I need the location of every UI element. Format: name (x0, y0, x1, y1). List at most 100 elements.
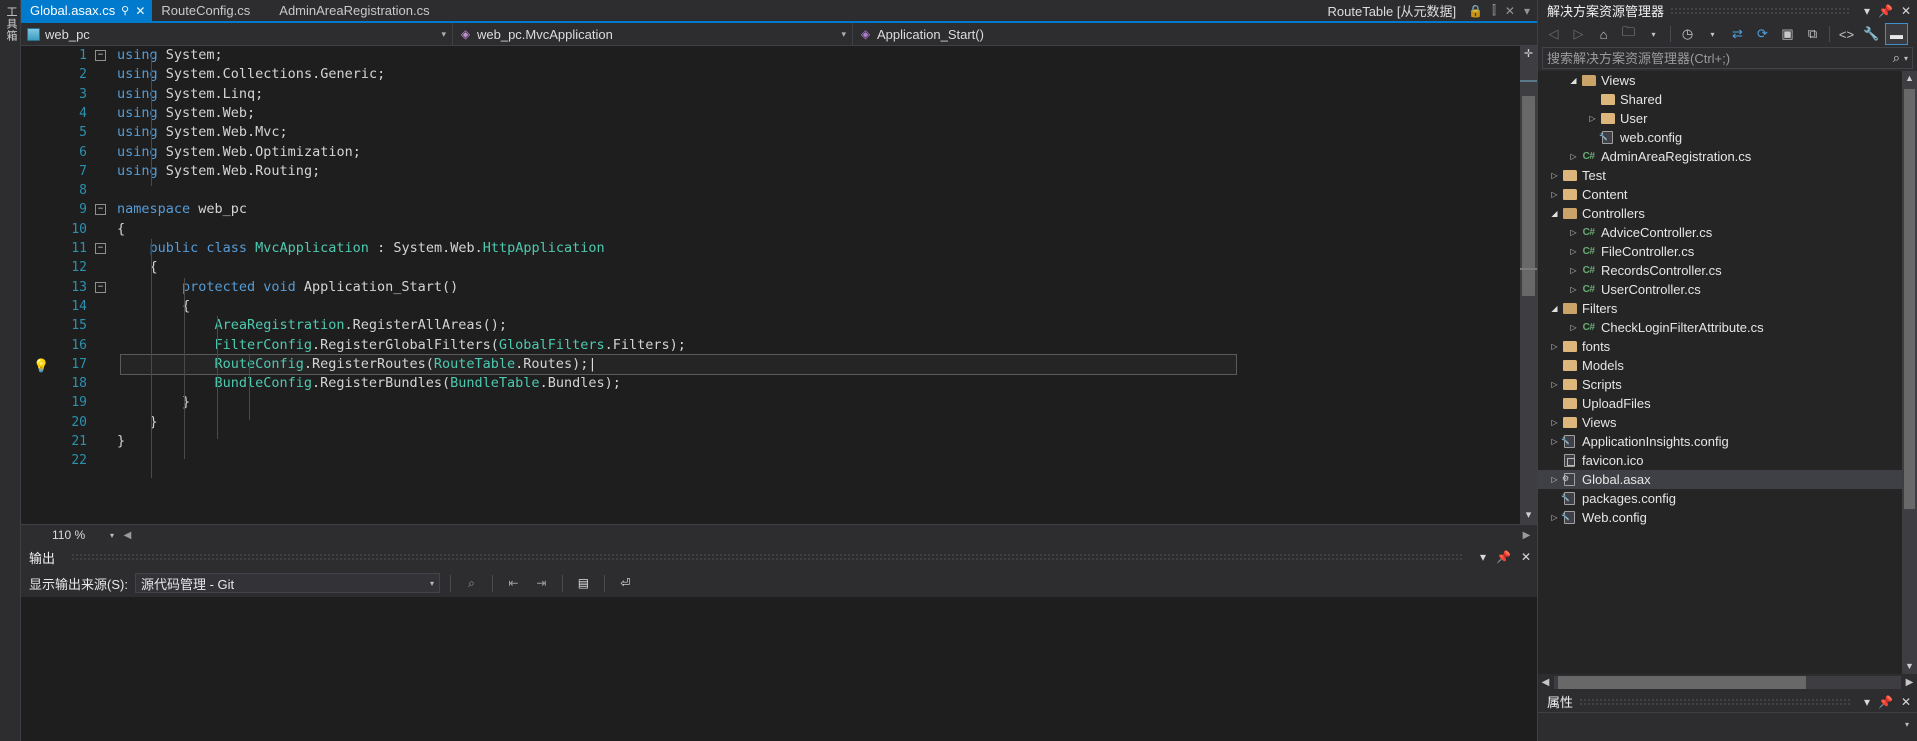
properties-icon[interactable]: 🔧 (1860, 23, 1883, 45)
expand-toggle-icon[interactable]: ◢ (1548, 209, 1561, 218)
tree-item[interactable]: ◢ Views (1538, 71, 1917, 90)
expand-toggle-icon[interactable]: ◢ (1567, 76, 1580, 85)
tree-item[interactable]: ▷ C# AdminAreaRegistration.cs (1538, 147, 1917, 166)
sync-icon[interactable]: ⇄ (1726, 23, 1749, 45)
fold-toggle-icon[interactable]: − (95, 281, 106, 293)
breadcrumb-project-dropdown[interactable]: web_pc ▾ (21, 23, 453, 45)
code-editor[interactable]: 1− using System; 2 using System.Collections… (21, 46, 1520, 524)
code-line[interactable]: using System.Web; (117, 104, 255, 123)
close-icon[interactable]: ✕ (1505, 4, 1515, 18)
pin-icon[interactable]: 📌 (1496, 550, 1511, 564)
tree-item[interactable]: ▷ fonts (1538, 337, 1917, 356)
code-line[interactable]: using System.Web.Routing; (117, 162, 320, 181)
chevron-down-icon[interactable]: ▾ (1642, 23, 1665, 45)
chevron-down-icon[interactable]: ▾ (427, 29, 446, 40)
search-icon[interactable]: ⌕ (1893, 50, 1900, 66)
tree-item[interactable]: ▷ C# FileController.cs (1538, 242, 1917, 261)
code-line[interactable]: RouteConfig.RegisterRoutes(RouteTable.Ro… (120, 353, 1237, 376)
code-line[interactable]: using System.Linq; (117, 85, 263, 104)
scroll-left-icon[interactable]: ◀ (1538, 677, 1553, 688)
show-all-files-icon[interactable]: ⧉ (1801, 23, 1824, 45)
code-line[interactable]: using System; (117, 46, 223, 65)
breadcrumb-member-dropdown[interactable]: ◈ Application_Start() (853, 23, 1537, 45)
code-line[interactable]: BundleConfig.RegisterBundles(BundleTable… (214, 374, 620, 393)
tree-item[interactable]: ▷ User (1538, 109, 1917, 128)
refresh-icon[interactable]: ⟳ (1751, 23, 1774, 45)
scroll-left-icon[interactable]: ◀ (120, 530, 135, 541)
scroll-right-icon[interactable]: ▶ (1519, 530, 1534, 541)
outdent-icon[interactable]: ⇤ (503, 573, 524, 594)
tab-adminarearegistration-cs[interactable]: AdminAreaRegistration.cs (257, 0, 437, 21)
view-code-icon[interactable]: <> (1835, 23, 1858, 45)
chevron-down-icon[interactable]: ▾ (430, 579, 434, 588)
chevron-down-icon[interactable]: ▾ (1524, 4, 1530, 18)
editor-vertical-scrollbar[interactable]: ✛ ▾ (1520, 46, 1537, 524)
close-icon[interactable]: ✕ (1901, 4, 1911, 18)
indent-icon[interactable]: ⇥ (531, 573, 552, 594)
chevron-down-icon[interactable]: ▾ (827, 29, 846, 40)
expand-toggle-icon[interactable]: ▷ (1567, 266, 1580, 275)
expand-toggle-icon[interactable]: ▷ (1548, 380, 1561, 389)
chevron-down-icon[interactable]: ▾ (1480, 550, 1486, 564)
tree-item[interactable]: ▷ ApplicationInsights.config (1538, 432, 1917, 451)
scroll-up-icon[interactable]: ▲ (1902, 71, 1917, 86)
expand-toggle-icon[interactable]: ▷ (1567, 152, 1580, 161)
toolbox-strip[interactable]: 工具箱 (0, 0, 21, 741)
tree-horizontal-scrollbar[interactable]: ◀ ▶ (1538, 674, 1917, 691)
quick-actions-bulb-icon[interactable]: 💡 (33, 357, 49, 376)
scroll-down-icon[interactable]: ▾ (1520, 507, 1537, 524)
expand-toggle-icon[interactable]: ▷ (1548, 190, 1561, 199)
tab-global-asax-cs[interactable]: Global.asax.cs ⚲ ✕ (21, 0, 153, 21)
editor-horizontal-scrollbar[interactable]: ◀ ▶ (120, 526, 1534, 544)
code-line[interactable]: using System.Web.Mvc; (117, 123, 288, 142)
expand-toggle-icon[interactable]: ▷ (1567, 228, 1580, 237)
solution-explorer-search[interactable]: ⌕ ▾ (1542, 47, 1913, 69)
scroll-track[interactable] (1554, 676, 1901, 689)
split-icon[interactable]: ⫿ (1492, 3, 1496, 18)
fold-toggle-icon[interactable]: − (95, 243, 106, 254)
expand-toggle-icon[interactable]: ▷ (1548, 418, 1561, 427)
expand-toggle-icon[interactable]: ▷ (1548, 437, 1561, 446)
code-line[interactable]: public class MvcApplication : System.Web… (149, 239, 604, 258)
close-icon[interactable]: ✕ (1521, 550, 1531, 564)
chevron-down-icon[interactable]: ▾ (1864, 695, 1870, 709)
clear-all-icon[interactable]: ▤ (573, 573, 594, 594)
tree-item[interactable]: ◢ Controllers (1538, 204, 1917, 223)
solution-explorer-tree[interactable]: ◢ViewsShared▷Userweb.config▷C#AdminAreaR… (1538, 71, 1917, 674)
fold-toggle-icon[interactable]: − (95, 204, 106, 216)
expand-toggle-icon[interactable]: ▷ (1548, 342, 1561, 351)
pin-icon[interactable]: 📌 (1878, 695, 1893, 709)
code-line[interactable]: using System.Collections.Generic; (117, 65, 385, 84)
pin-icon[interactable]: ⚲ (121, 4, 129, 17)
chevron-down-icon[interactable]: ▾ (1701, 23, 1724, 45)
expand-toggle-icon[interactable]: ▷ (1567, 247, 1580, 256)
code-line[interactable]: { (117, 220, 125, 239)
expand-toggle-icon[interactable]: ▷ (1548, 171, 1561, 180)
word-wrap-icon[interactable]: ⏎ (615, 573, 636, 594)
forward-icon[interactable]: ▷ (1567, 23, 1590, 45)
code-line[interactable]: namespace web_pc (117, 200, 247, 219)
pin-icon[interactable]: 📌 (1878, 4, 1893, 18)
tree-item[interactable]: ▷ Content (1538, 185, 1917, 204)
tree-item[interactable]: packages.config (1538, 489, 1917, 508)
new-folder-icon[interactable]: 🗀 (1617, 23, 1640, 45)
preview-selected-icon[interactable]: ▬ (1885, 23, 1908, 45)
expand-toggle-icon[interactable]: ◢ (1548, 304, 1561, 313)
chevron-down-icon[interactable]: ▾ (1864, 4, 1870, 18)
tree-item[interactable]: ▷ Web.config (1538, 508, 1917, 527)
chevron-down-icon[interactable]: ▾ (1905, 720, 1909, 729)
scroll-right-icon[interactable]: ▶ (1902, 677, 1917, 688)
scroll-thumb[interactable] (1522, 96, 1535, 296)
close-icon[interactable]: ✕ (1901, 695, 1911, 709)
pending-changes-icon[interactable]: ◷ (1676, 23, 1699, 45)
scroll-down-icon[interactable]: ▼ (1902, 659, 1917, 674)
tab-routeconfig-cs[interactable]: RouteConfig.cs (152, 0, 258, 21)
scroll-thumb[interactable] (1904, 89, 1915, 509)
code-line[interactable]: FilterConfig.RegisterGlobalFilters(Globa… (214, 336, 685, 355)
drag-grip[interactable] (1670, 6, 1850, 15)
drag-grip[interactable] (71, 553, 1464, 561)
expand-toggle-icon[interactable]: ▷ (1548, 475, 1561, 484)
zoom-level-dropdown[interactable]: 110 % ▾ (49, 527, 117, 544)
glyph-margin[interactable] (21, 46, 55, 524)
tree-item[interactable]: UploadFiles (1538, 394, 1917, 413)
